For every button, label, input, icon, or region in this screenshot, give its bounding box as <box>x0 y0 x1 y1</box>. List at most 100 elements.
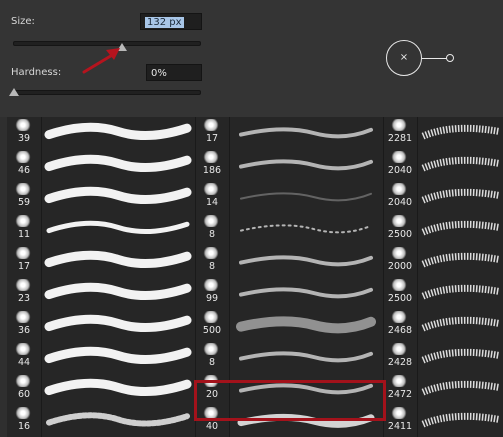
brush-stroke-preview <box>44 346 192 365</box>
brush-preview-endpoint-icon <box>446 54 454 62</box>
brush-tip-thumbnail-icon <box>391 151 407 163</box>
brush-size-number: 2411 <box>387 421 413 432</box>
brush-cell[interactable]: 17 <box>195 117 381 146</box>
hardness-input[interactable]: 0% <box>146 64 202 81</box>
brush-cell[interactable]: 2428 <box>383 341 503 370</box>
brush-tip-thumbnail-icon <box>391 247 407 259</box>
brush-tip-thumbnail-icon <box>391 215 407 227</box>
brush-cell[interactable]: 39 <box>7 117 193 146</box>
brush-stroke-preview <box>421 316 500 332</box>
hardness-label: Hardness: <box>11 67 62 78</box>
hardness-slider-track[interactable] <box>13 90 201 95</box>
brush-settings-area: Size: 132 px Hardness: 0% × <box>0 0 503 117</box>
brush-cell[interactable]: 23 <box>7 277 193 306</box>
size-value: 132 px <box>145 17 184 28</box>
brush-size-number: 44 <box>17 357 31 368</box>
brush-cell[interactable]: 2500 <box>383 213 503 242</box>
brush-stroke-preview <box>239 255 373 267</box>
brush-stroke-preview <box>421 284 500 300</box>
brush-cell[interactable]: 2040 <box>383 149 503 178</box>
brush-tip-thumbnail-icon <box>203 343 219 355</box>
brush-cell[interactable]: 2040 <box>383 181 503 210</box>
brush-stroke-preview <box>240 224 372 234</box>
brush-cell[interactable]: 2472 <box>383 373 503 402</box>
brush-tip-thumbnail-icon <box>203 311 219 323</box>
brush-stroke-preview <box>44 282 192 301</box>
brush-size-number: 46 <box>17 165 31 176</box>
brush-cell[interactable]: 2468 <box>383 309 503 338</box>
brush-cell[interactable]: 8 <box>195 341 381 370</box>
brush-stroke-preview <box>421 124 500 140</box>
brush-tip-thumbnail-icon <box>15 247 31 259</box>
brush-stroke-preview <box>421 412 500 428</box>
brush-tip-thumbnail-icon <box>15 407 31 419</box>
brush-tip-thumbnail-icon <box>15 119 31 131</box>
brush-size-number: 2468 <box>387 325 413 336</box>
brush-cell[interactable]: 14 <box>195 181 381 210</box>
brush-picker-panel: Size: 132 px Hardness: 0% × 39 46 59 11 17 23… <box>0 0 503 437</box>
brush-cell[interactable]: 8 <box>195 213 381 242</box>
brush-stroke-preview <box>421 380 500 396</box>
brush-tip-thumbnail-icon <box>15 215 31 227</box>
brush-cell[interactable]: 8 <box>195 245 381 274</box>
brush-tip-thumbnail-icon <box>203 247 219 259</box>
brush-size-number: 16 <box>17 421 31 432</box>
brush-cell[interactable]: 46 <box>7 149 193 178</box>
brush-stroke-preview <box>44 154 192 173</box>
brush-tip-thumbnail-icon <box>15 311 31 323</box>
selected-brush-highlight <box>194 380 386 421</box>
brush-stroke-preview <box>46 220 190 235</box>
brush-cell[interactable]: 2500 <box>383 277 503 306</box>
brush-size-number: 2500 <box>387 229 413 240</box>
brush-tip-thumbnail-icon <box>15 279 31 291</box>
brush-size-number: 60 <box>17 389 31 400</box>
brush-preview-line <box>422 58 447 59</box>
brush-cell[interactable]: 2411 <box>383 405 503 434</box>
hardness-slider-thumb[interactable] <box>9 88 19 96</box>
brush-size-number: 11 <box>17 229 31 240</box>
brush-tip-thumbnail-icon <box>203 119 219 131</box>
brush-size-number: 2472 <box>387 389 413 400</box>
brush-stroke-preview <box>44 122 192 141</box>
brush-cell[interactable]: 16 <box>7 405 193 434</box>
brush-tip-thumbnail-icon <box>391 183 407 195</box>
brush-tip-thumbnail-icon <box>391 375 407 387</box>
brush-tip-thumbnail-icon <box>391 119 407 131</box>
hardness-value: 0% <box>151 68 167 79</box>
brush-tip-thumbnail-icon <box>15 375 31 387</box>
brush-size-number: 8 <box>208 229 216 240</box>
brush-tip-thumbnail-icon <box>15 183 31 195</box>
brush-stroke-preview <box>44 186 192 205</box>
brush-cell[interactable]: 44 <box>7 341 193 370</box>
brush-size-number: 14 <box>205 197 219 208</box>
brush-size-number: 186 <box>202 165 222 176</box>
brush-cell[interactable]: 2281 <box>383 117 503 146</box>
brush-size-number: 500 <box>202 325 222 336</box>
brush-stroke-preview <box>239 287 373 299</box>
brush-size-number: 17 <box>205 133 219 144</box>
brush-cell[interactable]: 17 <box>7 245 193 274</box>
brush-stroke-preview <box>421 220 500 236</box>
brush-stroke-preview <box>421 252 500 268</box>
brush-cell[interactable]: 36 <box>7 309 193 338</box>
brush-cell[interactable]: 11 <box>7 213 193 242</box>
brush-stroke-preview <box>421 188 500 204</box>
brush-size-number: 40 <box>205 421 219 432</box>
brush-stroke-preview <box>421 348 500 364</box>
brush-cell[interactable]: 60 <box>7 373 193 402</box>
red-arrow-annotation <box>82 48 120 74</box>
brush-cell[interactable]: 2000 <box>383 245 503 274</box>
brush-cell[interactable]: 99 <box>195 277 381 306</box>
brush-stroke-preview <box>46 412 190 427</box>
size-input[interactable]: 132 px <box>140 13 202 30</box>
brush-cell[interactable]: 500 <box>195 309 381 338</box>
size-label: Size: <box>11 16 35 27</box>
brush-cell[interactable]: 186 <box>195 149 381 178</box>
brush-stroke-preview <box>421 156 500 172</box>
brush-size-number: 8 <box>208 261 216 272</box>
brush-stroke-preview <box>236 316 376 334</box>
brush-tip-thumbnail-icon <box>391 343 407 355</box>
brush-cell[interactable]: 59 <box>7 181 193 210</box>
brush-tip-thumbnail-icon <box>203 151 219 163</box>
brush-tip-thumbnail-icon <box>391 407 407 419</box>
